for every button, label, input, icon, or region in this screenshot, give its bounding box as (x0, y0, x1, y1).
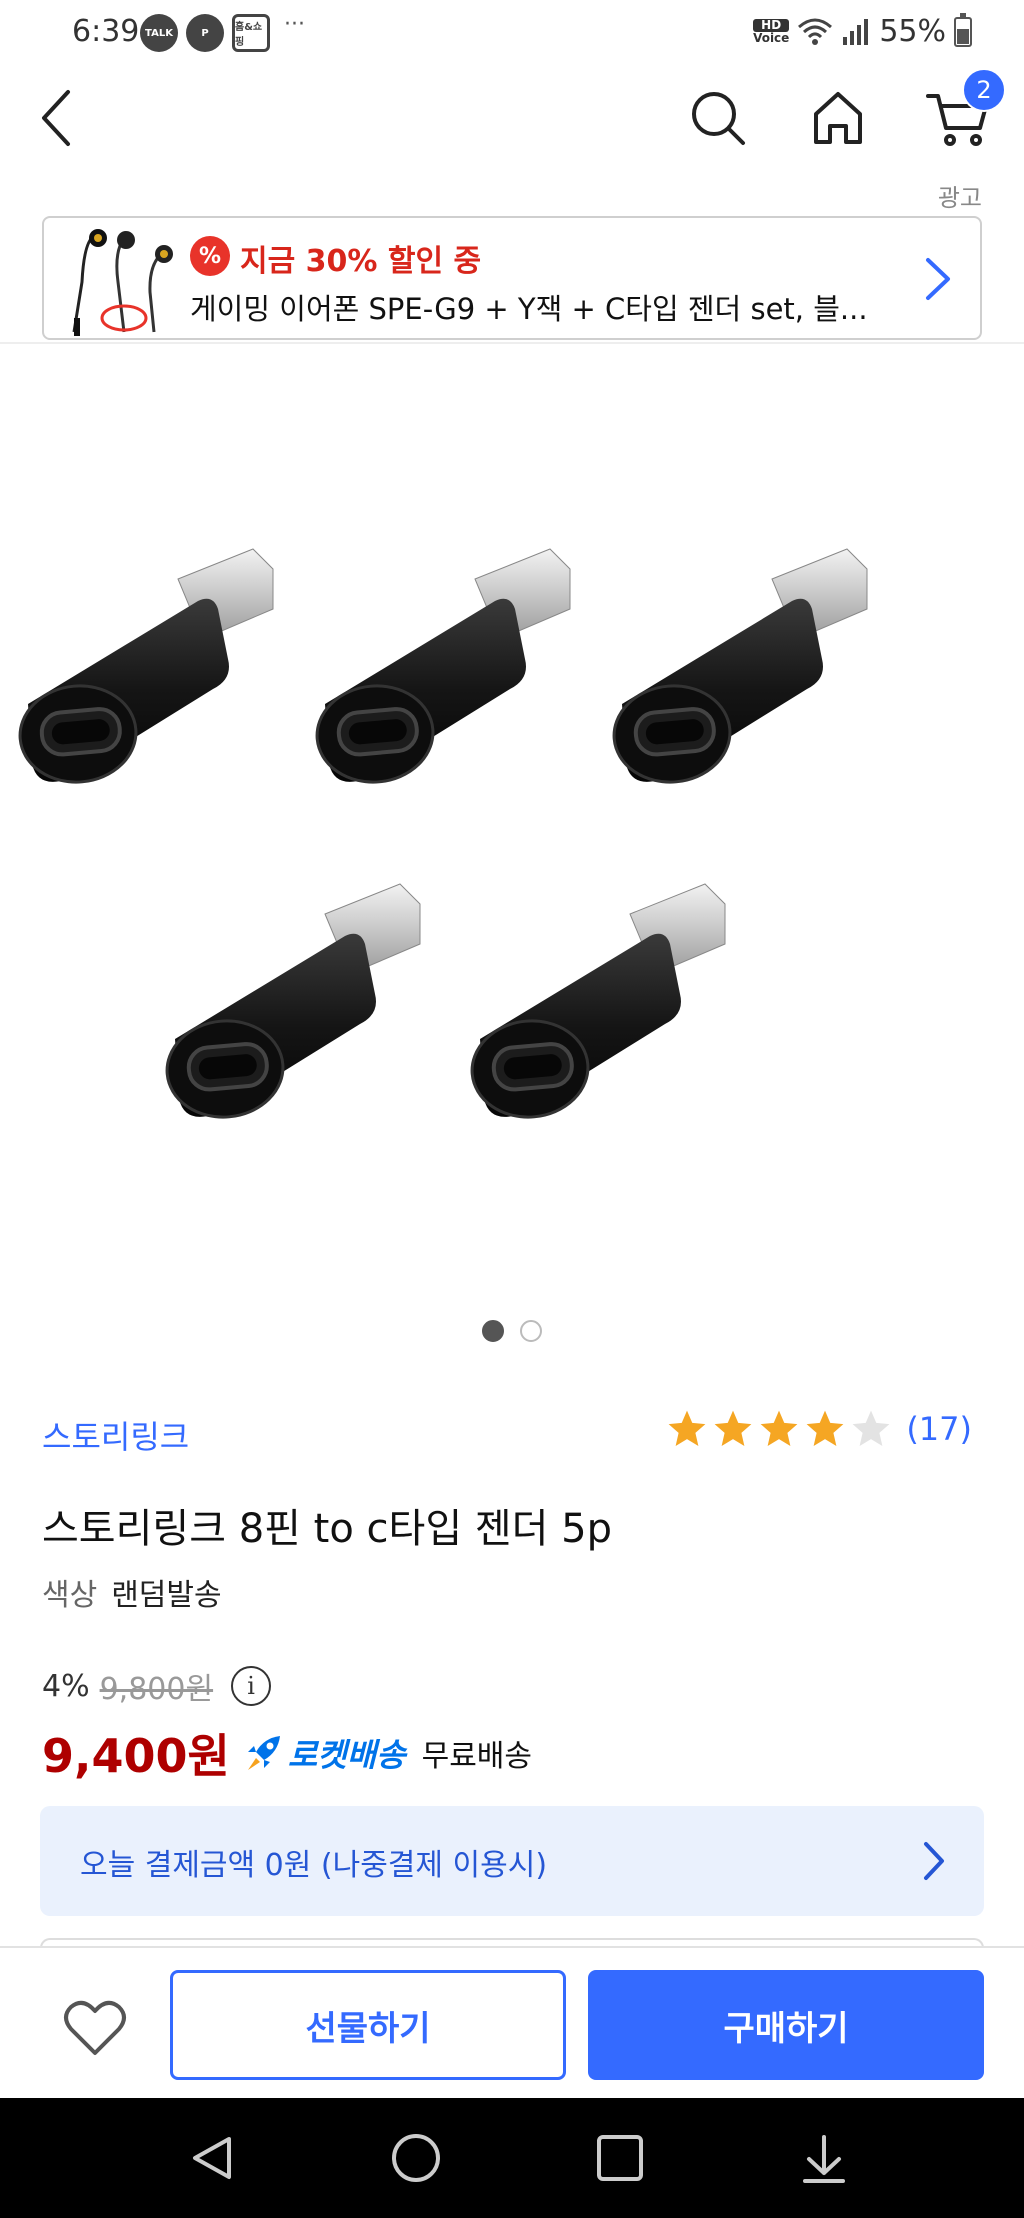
adapter-4 (161, 882, 422, 1124)
wifi-icon (798, 18, 833, 45)
info-icon[interactable]: i (231, 1666, 272, 1706)
discount-rate: 4% (42, 1668, 90, 1704)
nav-recents-button[interactable] (590, 2128, 650, 2188)
arrow-down-icon (803, 2135, 845, 2183)
star-filled-icon (806, 1410, 844, 1446)
gift-button[interactable]: 선물하기 (170, 1970, 566, 2080)
circle-home-icon (392, 2134, 440, 2182)
heart-icon (64, 2000, 126, 2055)
product-option: 색상 랜덤발송 (42, 1570, 222, 1614)
adapter-2 (311, 547, 572, 789)
app-p-icon: P (186, 14, 224, 52)
discount-row: 4% 9,800원 i (42, 1664, 272, 1708)
rating[interactable]: (17) (666, 1408, 972, 1450)
home-shopping-icon: 홈&쇼핑 (232, 14, 270, 52)
status-bar: 6:39 TALK P 홈&쇼핑 ··· HD Voice 55% (0, 0, 1024, 64)
earphone-thumbnail (72, 229, 173, 336)
status-time: 6:39 (72, 14, 140, 49)
option-value: 랜덤발송 (111, 1578, 222, 1613)
star-filled-icon (760, 1410, 798, 1446)
home-icon (814, 92, 862, 144)
chevron-right-icon (926, 258, 950, 300)
battery-percent: 55% (879, 14, 946, 49)
brand-link[interactable]: 스토리링크 (42, 1412, 189, 1458)
search-button[interactable] (678, 78, 758, 158)
original-price: 9,800원 (99, 1672, 214, 1707)
sale-price: 9,400원 (42, 1729, 230, 1783)
adapter-5 (466, 882, 727, 1124)
buy-button[interactable]: 구매하기 (588, 1970, 984, 2080)
discount-badge-icon: % (190, 236, 230, 276)
pay-later-banner[interactable]: 오늘 결제금액 0원 (나중결제 이용시) (40, 1806, 984, 1916)
product-image[interactable] (0, 344, 1024, 1304)
star-filled-icon (714, 1410, 752, 1446)
chevron-left-icon (42, 90, 70, 146)
home-button[interactable] (798, 78, 878, 158)
rocket-delivery-label: 로켓배송 (287, 1736, 406, 1774)
system-nav-bar (0, 2098, 1024, 2218)
app-header (0, 70, 1024, 180)
ad-banner[interactable]: % 지금 30% 할인 중 게이밍 이어폰 SPE-G9 + Y잭 + C타입 … (42, 216, 982, 340)
image-pagination (0, 1320, 1024, 1342)
star-filled-icon (668, 1410, 706, 1446)
ad-label: 광고 (937, 184, 982, 212)
chevron-right-icon (924, 1842, 944, 1880)
option-label: 색상 (42, 1578, 98, 1613)
ad-promo-text: 지금 30% 할인 중 (240, 244, 482, 279)
signal-icon (843, 18, 869, 45)
nav-hide-keyboard-button[interactable] (794, 2128, 854, 2188)
star-empty-icon (852, 1410, 890, 1446)
more-notifications-icon: ··· (284, 12, 305, 37)
pagination-dot-active[interactable] (482, 1320, 504, 1342)
back-button[interactable] (18, 78, 98, 158)
adapter-1 (14, 547, 275, 789)
cart-count-badge: 2 (962, 68, 1006, 112)
notification-icons: TALK P 홈&쇼핑 (140, 14, 270, 52)
pagination-dot[interactable] (520, 1320, 542, 1342)
battery-icon (954, 12, 972, 47)
adapter-3 (608, 547, 869, 789)
ad-title: 게이밍 이어폰 SPE-G9 + Y잭 + C타입 젠더 set, 블... (190, 292, 868, 326)
status-indicators: HD Voice 55% (753, 12, 972, 49)
nav-home-button[interactable] (386, 2128, 446, 2188)
review-count[interactable]: (17) (906, 1410, 972, 1448)
search-icon (692, 92, 745, 145)
product-title: 스토리링크 8핀 to c타입 젠더 5p (42, 1506, 613, 1552)
square-recents-icon (597, 2135, 643, 2181)
kakaotalk-icon: TALK (140, 14, 178, 52)
wishlist-button[interactable] (50, 1988, 140, 2068)
hd-voice-icon: HD Voice (753, 17, 790, 45)
shipping-fee: 무료배송 (421, 1739, 532, 1774)
triangle-back-icon (193, 2137, 231, 2179)
pay-later-text: 오늘 결제금액 0원 (나중결제 이용시) (80, 1848, 548, 1883)
bottom-action-bar: 선물하기 구매하기 (0, 1946, 1024, 2098)
price-row: 9,400원 로켓배송 무료배송 (42, 1720, 532, 1786)
nav-back-button[interactable] (182, 2128, 242, 2188)
rocket-icon (247, 1736, 280, 1770)
